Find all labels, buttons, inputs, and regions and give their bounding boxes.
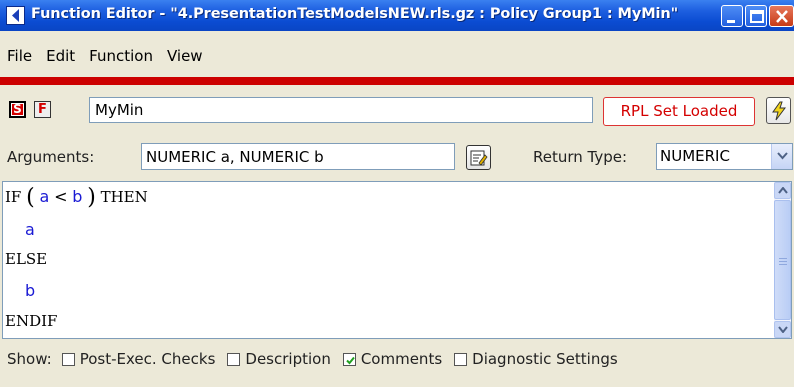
checkmark-icon xyxy=(346,356,355,364)
show-options-row: Show: Post-Exec. Checks Description Comm… xyxy=(7,349,630,369)
chevron-down-icon xyxy=(777,152,788,160)
lightning-button[interactable] xyxy=(766,97,791,124)
app-icon[interactable] xyxy=(6,6,25,25)
function-name-input[interactable] xyxy=(89,97,593,123)
checkbox-description[interactable]: Description xyxy=(227,350,331,368)
checkbox-box[interactable] xyxy=(454,352,468,366)
scroll-thumb[interactable] xyxy=(774,200,791,320)
edit-arguments-button[interactable] xyxy=(466,145,491,170)
function-editor-window: Function Editor - "4.PresentationTestMod… xyxy=(0,0,794,387)
code-line-endif: ENDIF xyxy=(5,312,58,330)
menu-file[interactable]: File xyxy=(7,46,32,66)
code-line-then: a xyxy=(25,220,35,239)
f-badge-button[interactable]: F xyxy=(34,101,51,118)
checkbox-post-exec-checks[interactable]: Post-Exec. Checks xyxy=(61,350,215,368)
menu-view[interactable]: View xyxy=(167,46,203,66)
chevron-up-icon xyxy=(778,187,788,194)
red-divider xyxy=(0,77,794,85)
code-line-if: IF ( a < b ) THEN xyxy=(5,185,148,210)
edit-note-icon xyxy=(470,150,488,166)
vertical-scrollbar[interactable] xyxy=(774,182,791,338)
code-editor[interactable]: IF ( a < b ) THEN a ELSE b ENDIF xyxy=(2,181,792,339)
code-line-else-expr: b xyxy=(25,281,36,300)
return-type-select[interactable]: NUMERIC xyxy=(656,143,793,170)
checkbox-comments[interactable]: Comments xyxy=(342,350,442,368)
menu-bar: File Edit Function View xyxy=(0,46,211,66)
code-line-else: ELSE xyxy=(5,250,48,268)
rpl-set-loaded-button[interactable]: RPL Set Loaded xyxy=(603,97,755,126)
close-button[interactable] xyxy=(769,5,794,27)
arguments-label: Arguments: xyxy=(7,148,95,166)
show-label: Show: xyxy=(7,350,52,368)
checkbox-box[interactable] xyxy=(61,352,75,366)
arguments-input[interactable] xyxy=(141,143,455,170)
minimize-button[interactable] xyxy=(721,5,743,27)
scroll-up-button[interactable] xyxy=(774,182,791,199)
return-type-label: Return Type: xyxy=(533,148,628,166)
scroll-down-button[interactable] xyxy=(774,321,791,338)
chevron-down-icon xyxy=(778,326,788,333)
s-badge-button[interactable]: S xyxy=(9,101,26,118)
checkbox-diagnostic-settings[interactable]: Diagnostic Settings xyxy=(454,350,618,368)
return-type-value: NUMERIC xyxy=(660,147,730,165)
dropdown-arrow[interactable] xyxy=(771,144,792,169)
title-bar[interactable]: Function Editor - "4.PresentationTestMod… xyxy=(0,0,794,31)
checkbox-box[interactable] xyxy=(227,352,241,366)
maximize-button[interactable] xyxy=(745,5,767,27)
menu-edit[interactable]: Edit xyxy=(46,46,75,66)
checkbox-box[interactable] xyxy=(342,352,356,366)
lightning-icon xyxy=(772,101,786,121)
menu-function[interactable]: Function xyxy=(89,46,153,66)
window-title: Function Editor - "4.PresentationTestMod… xyxy=(31,6,679,22)
